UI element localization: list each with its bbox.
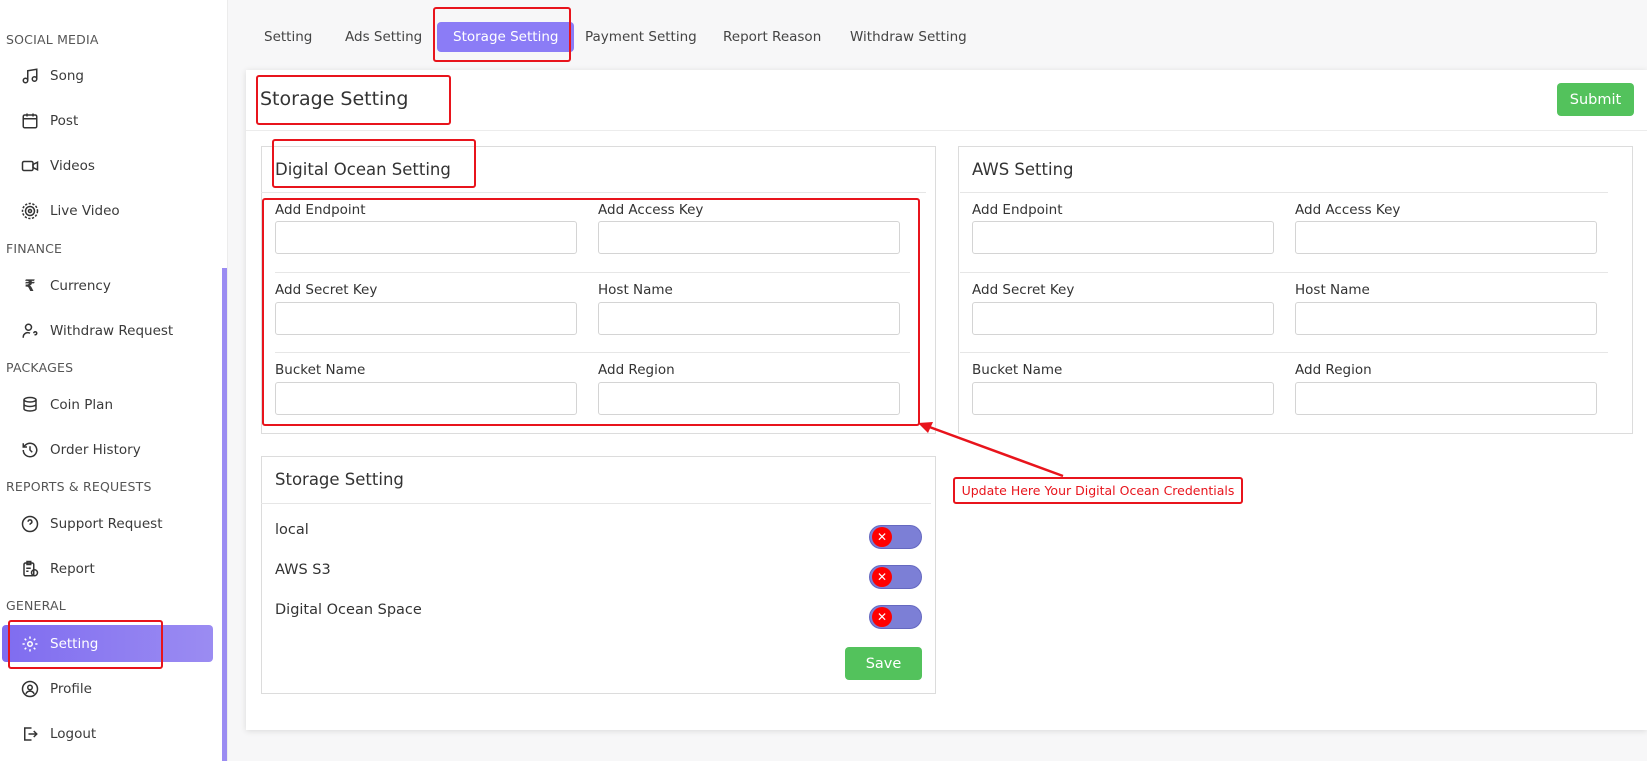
clipboard-clock-icon bbox=[18, 557, 42, 581]
section-title-general: GENERAL bbox=[6, 598, 66, 613]
music-note-icon bbox=[18, 64, 42, 88]
aws-endpoint-input[interactable] bbox=[972, 221, 1274, 254]
storage-option-aws-s3-toggle[interactable]: ✕ bbox=[869, 565, 922, 589]
help-circle-icon bbox=[18, 512, 42, 536]
highlight-page-title bbox=[256, 75, 451, 125]
aws-secret-key-input[interactable] bbox=[972, 302, 1274, 335]
close-icon: ✕ bbox=[872, 567, 892, 587]
section-title-finance: FINANCE bbox=[6, 241, 63, 256]
aws-secret-key-label: Add Secret Key bbox=[972, 282, 1075, 298]
aws-region-input[interactable] bbox=[1295, 382, 1597, 415]
sidebar-item-coin-plan[interactable]: Coin Plan bbox=[0, 386, 214, 423]
live-broadcast-icon bbox=[18, 199, 42, 223]
sidebar-item-label: Report bbox=[50, 560, 95, 577]
sidebar-item-logout[interactable]: Logout bbox=[0, 715, 214, 752]
sidebar-item-profile[interactable]: Profile bbox=[0, 670, 214, 707]
aws-host-name-label: Host Name bbox=[1295, 282, 1370, 298]
sidebar-item-label: Videos bbox=[50, 157, 95, 174]
highlight-do-title bbox=[272, 139, 476, 188]
storage-options-title: Storage Setting bbox=[275, 470, 404, 489]
tab-setting[interactable]: Setting bbox=[248, 22, 328, 52]
divider bbox=[261, 192, 926, 193]
sidebar-item-currency[interactable]: ₹ Currency bbox=[0, 267, 214, 304]
sidebar-item-label: Post bbox=[50, 112, 79, 129]
storage-option-aws-s3-label: AWS S3 bbox=[275, 562, 331, 578]
storage-options-panel bbox=[261, 456, 936, 694]
sidebar-item-support-request[interactable]: Support Request bbox=[0, 505, 214, 542]
sidebar-scrollbar[interactable] bbox=[222, 268, 227, 761]
sidebar-item-label: Order History bbox=[50, 441, 141, 458]
divider bbox=[960, 272, 1608, 273]
sidebar-item-label: Currency bbox=[50, 277, 111, 294]
sidebar-item-report[interactable]: Report bbox=[0, 550, 214, 587]
storage-option-do-space-toggle[interactable]: ✕ bbox=[869, 605, 922, 629]
sidebar-item-live-video[interactable]: Live Video bbox=[0, 192, 214, 229]
sidebar-item-videos[interactable]: Videos bbox=[0, 147, 214, 184]
aws-region-label: Add Region bbox=[1295, 362, 1372, 378]
user-question-icon bbox=[18, 319, 42, 343]
user-circle-icon bbox=[18, 677, 42, 701]
divider bbox=[261, 503, 931, 504]
close-icon: ✕ bbox=[872, 527, 892, 547]
divider bbox=[960, 192, 1608, 193]
sidebar-item-withdraw-request[interactable]: Withdraw Request bbox=[0, 312, 214, 349]
highlight-storage-tab bbox=[433, 7, 571, 62]
aws-access-key-label: Add Access Key bbox=[1295, 202, 1401, 218]
submit-button[interactable]: Submit bbox=[1557, 83, 1634, 116]
sidebar-item-song[interactable]: Song bbox=[0, 57, 214, 94]
sidebar-item-label: Song bbox=[50, 67, 84, 84]
sidebar-item-order-history[interactable]: Order History bbox=[0, 431, 214, 468]
rupee-icon: ₹ bbox=[24, 276, 36, 295]
highlight-do-fields bbox=[262, 198, 920, 426]
section-title-social-media: SOCIAL MEDIA bbox=[6, 32, 99, 47]
tab-report-reason[interactable]: Report Reason bbox=[707, 22, 837, 52]
sidebar-item-label: Coin Plan bbox=[50, 396, 114, 413]
section-title-reports: REPORTS & REQUESTS bbox=[6, 479, 152, 494]
sidebar-item-label: Withdraw Request bbox=[50, 322, 174, 339]
divider bbox=[960, 352, 1608, 353]
aws-host-name-input[interactable] bbox=[1295, 302, 1597, 335]
tab-payment-setting[interactable]: Payment Setting bbox=[569, 22, 713, 52]
video-camera-icon bbox=[18, 154, 42, 178]
post-icon bbox=[18, 109, 42, 133]
highlight-setting-nav bbox=[8, 620, 163, 669]
annotation-callout: Update Here Your Digital Ocean Credentia… bbox=[953, 477, 1243, 504]
storage-option-do-space-label: Digital Ocean Space bbox=[275, 602, 422, 618]
save-button[interactable]: Save bbox=[845, 647, 922, 680]
coins-stack-icon bbox=[18, 393, 42, 417]
tab-ads-setting[interactable]: Ads Setting bbox=[329, 22, 438, 52]
aws-title: AWS Setting bbox=[972, 160, 1074, 179]
sidebar-item-label: Profile bbox=[50, 680, 92, 697]
close-icon: ✕ bbox=[872, 607, 892, 627]
aws-endpoint-label: Add Endpoint bbox=[972, 202, 1063, 218]
logout-icon bbox=[18, 722, 42, 746]
aws-bucket-name-label: Bucket Name bbox=[972, 362, 1063, 378]
card-divider bbox=[246, 130, 1647, 131]
sidebar-item-label: Support Request bbox=[50, 515, 163, 532]
aws-bucket-name-input[interactable] bbox=[972, 382, 1274, 415]
tab-withdraw-setting[interactable]: Withdraw Setting bbox=[834, 22, 983, 52]
section-title-packages: PACKAGES bbox=[6, 360, 74, 375]
storage-option-local-toggle[interactable]: ✕ bbox=[869, 525, 922, 549]
aws-access-key-input[interactable] bbox=[1295, 221, 1597, 254]
sidebar-item-label: Live Video bbox=[50, 202, 120, 219]
sidebar-item-label: Logout bbox=[50, 725, 97, 742]
storage-option-local-label: local bbox=[275, 522, 309, 538]
history-icon bbox=[18, 438, 42, 462]
sidebar-item-post[interactable]: Post bbox=[0, 102, 214, 139]
